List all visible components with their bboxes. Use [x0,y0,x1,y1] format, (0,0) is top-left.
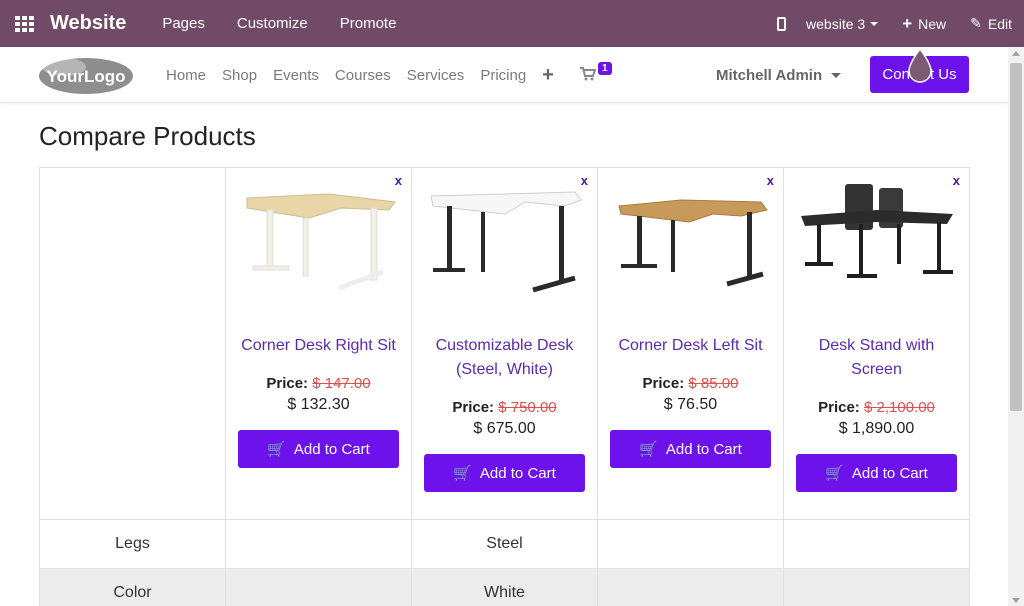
add-to-cart-button[interactable]: 🛒 Add to Cart [796,454,957,492]
price-line: Price: $ 750.00 [412,399,597,416]
attribute-value [597,568,784,606]
product-card: x Customizable Desk (Steel, White) Price… [411,167,598,520]
page-title: Compare Products [39,121,256,151]
product-name-link[interactable]: Corner Desk Left Sit [598,334,783,358]
cart-count-badge: 1 [598,62,612,75]
admin-menu: Pages Customize Promote [146,15,412,32]
compare-table: x Corner Desk Right Sit Price: $ 147.00 … [39,167,970,606]
nav-shop[interactable]: Shop [222,67,257,84]
add-to-cart-label: Add to Cart [293,440,370,458]
price-line: Price: $ 147.00 [226,375,411,392]
remove-product-button[interactable]: x [767,173,774,188]
old-price: $ 147.00 [312,375,371,392]
scroll-up-arrow-icon[interactable] [1012,51,1020,56]
price-label: Price: [642,375,685,392]
add-to-cart-button[interactable]: 🛒 Add to Cart [610,430,771,468]
product-name-link[interactable]: Customizable Desk (Steel, White) [412,334,597,382]
new-content-label: New [918,15,947,32]
add-to-cart-label: Add to Cart [479,464,556,482]
website-switcher-label: website 3 [806,15,866,32]
apps-grid-icon[interactable] [15,15,35,32]
current-price: $ 675.00 [473,420,536,437]
app-brand[interactable]: Website [50,12,126,35]
attribute-value: Steel [411,519,598,569]
cart-link[interactable]: 1 [580,62,612,81]
attribute-value [225,519,412,569]
add-to-cart-button[interactable]: 🛒 Add to Cart [424,454,585,492]
shopping-cart-icon: 🛒 [825,465,844,482]
new-content-button[interactable]: + New [902,14,946,34]
product-name-link[interactable]: Desk Stand with Screen [784,334,969,382]
shopping-cart-icon: 🛒 [639,441,658,458]
user-name: Mitchell Admin [716,67,823,84]
nav-events[interactable]: Events [273,67,319,84]
menu-customize[interactable]: Customize [221,15,324,32]
product-image[interactable] [425,178,585,298]
chevron-down-icon [870,21,879,26]
price-label: Price: [266,375,309,392]
product-image[interactable] [797,178,957,298]
product-name-link[interactable]: Corner Desk Right Sit [226,334,411,358]
attribute-label: Color [39,568,226,606]
mobile-preview-icon[interactable] [777,16,787,31]
product-image[interactable] [611,178,771,298]
attribute-label: Legs [39,519,226,569]
current-price: $ 132.30 [287,396,350,413]
menu-pages[interactable]: Pages [146,15,221,32]
price-line: Price: $ 2,100.00 [784,399,969,416]
old-price: $ 2,100.00 [863,399,935,416]
product-card: x Corner Desk Left Sit Price: $ 85.00 $ … [597,167,784,520]
site-logo[interactable]: YourLogo [38,55,134,95]
menu-promote[interactable]: Promote [324,15,413,32]
attribute-value [225,568,412,606]
cursor-droplet-icon [908,47,932,83]
website-switcher[interactable]: website 3 [806,15,879,32]
product-card: x Corner Desk Right Sit Price: $ 147.00 … [225,167,412,520]
logo-text: YourLogo [47,67,126,86]
old-price: $ 750.00 [498,399,557,416]
shopping-cart-icon: 🛒 [267,441,286,458]
remove-product-button[interactable]: x [581,173,588,188]
old-price: $ 85.00 [688,375,739,392]
attribute-value [783,519,970,569]
product-image[interactable] [239,178,399,298]
attribute-row-color: Color White [39,568,970,606]
current-price: $ 76.50 [663,396,718,413]
main-navigation: Home Shop Events Courses Services Pricin… [166,65,554,85]
nav-services[interactable]: Services [407,67,465,84]
pencil-icon: ✎ [970,15,982,31]
nav-pricing[interactable]: Pricing [480,67,526,84]
remove-product-button[interactable]: x [395,173,402,188]
remove-product-button[interactable]: x [953,173,960,188]
attribute-value: White [411,568,598,606]
price-line: Price: $ 85.00 [598,375,783,392]
empty-header-cell [39,167,226,520]
attribute-value [783,568,970,606]
nav-home[interactable]: Home [166,67,206,84]
add-to-cart-label: Add to Cart [665,440,742,458]
scroll-down-arrow-icon[interactable] [1012,598,1020,603]
add-to-cart-button[interactable]: 🛒 Add to Cart [238,430,399,468]
edit-button[interactable]: ✎ Edit [970,15,1012,32]
add-to-cart-label: Add to Cart [851,464,928,482]
user-menu[interactable]: Mitchell Admin [716,67,842,84]
add-menu-item-icon[interactable]: + [542,65,554,85]
chevron-down-icon [831,73,842,78]
attribute-value [597,519,784,569]
product-card: x Desk Stand with Screen Price: $ 2,100.… [783,167,970,520]
attribute-row-legs: Legs Steel [39,519,970,569]
price-label: Price: [818,399,860,416]
shopping-cart-icon [580,67,596,81]
admin-top-bar: Website Pages Customize Promote website … [0,0,1024,47]
nav-courses[interactable]: Courses [335,67,391,84]
current-price: $ 1,890.00 [838,420,915,437]
shopping-cart-icon: 🛒 [453,465,472,482]
scrollbar-thumb[interactable] [1010,63,1022,411]
plus-icon: + [902,13,913,33]
edit-label: Edit [987,15,1012,32]
price-label: Price: [452,399,495,416]
product-row: x Corner Desk Right Sit Price: $ 147.00 … [39,167,970,520]
website-navbar: YourLogo Home Shop Events Courses Servic… [0,47,1008,103]
